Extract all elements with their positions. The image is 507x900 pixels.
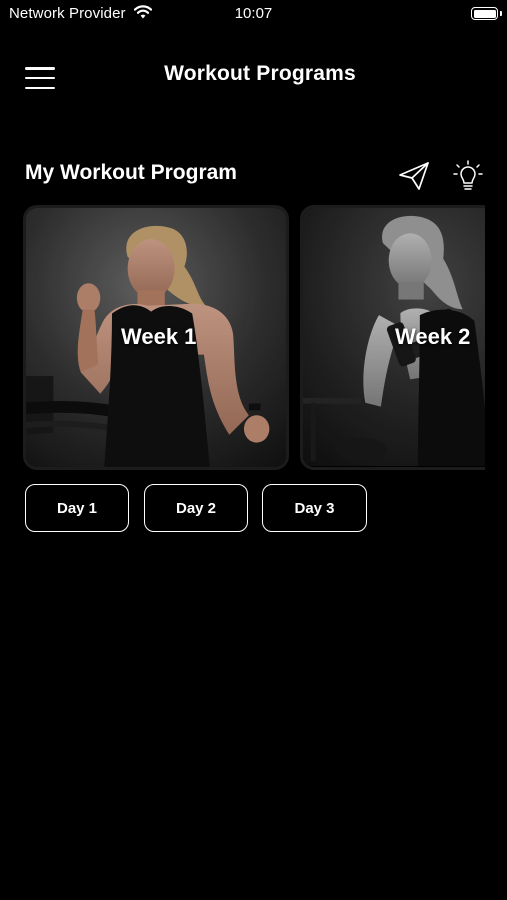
week-card-2[interactable]: Week 2 (300, 205, 485, 470)
page-title: Workout Programs (164, 62, 356, 85)
battery-icon (471, 7, 498, 20)
day-2-button[interactable]: Day 2 (144, 484, 248, 532)
section-title: My Workout Program (25, 161, 237, 184)
week-carousel[interactable]: Week 1 Week 2 (23, 205, 485, 470)
week-label: Week 1 (121, 324, 197, 349)
status-bar: Network Provider 10:07 (0, 0, 507, 28)
day-3-button[interactable]: Day 3 (262, 484, 367, 532)
status-time: 10:07 (234, 5, 273, 22)
battery-tip (500, 11, 502, 16)
paper-plane-icon[interactable] (397, 160, 431, 192)
day-1-button[interactable]: Day 1 (25, 484, 129, 532)
lightbulb-icon[interactable] (453, 160, 483, 192)
week-label: Week 2 (395, 324, 471, 349)
week-card-1[interactable]: Week 1 (23, 205, 289, 470)
